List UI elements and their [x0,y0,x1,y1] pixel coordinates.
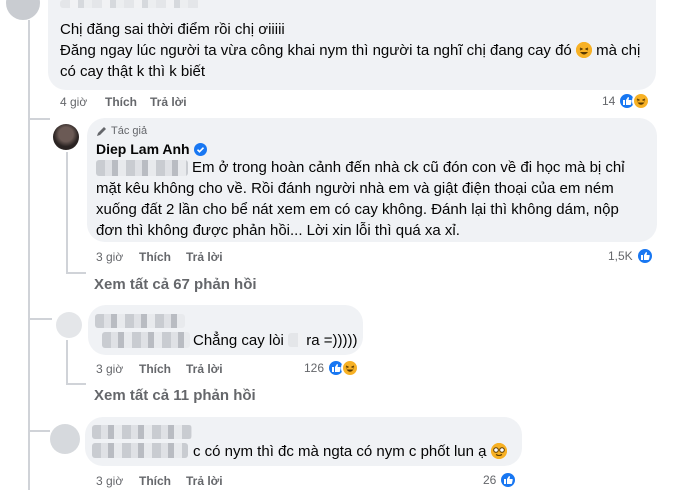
thread-line [66,340,68,384]
comment-line-text: Đăng ngay lúc người ta vừa công khai nym… [60,42,572,59]
comment-text: Chẳng cay lòi ra =))))) [193,330,357,351]
redacted-name [95,314,185,328]
timestamp[interactable]: 3 giờ [96,474,123,488]
like-icon [635,247,654,265]
thread-connector [28,318,52,320]
timestamp[interactable]: 4 giờ [60,95,87,109]
comment-text-part: Chẳng cay lòi [193,332,284,349]
thread-connector [28,430,50,432]
thread-connector [28,118,50,120]
comment-line: Đăng ngay lúc người ta vừa công khai nym… [60,40,650,61]
like-icon [499,471,518,489]
view-more-replies-link[interactable]: Xem tất cả 11 phản hồi [94,387,256,404]
thread-connector [66,272,86,274]
avatar[interactable] [6,0,40,20]
comment-line: có cay thật k thì k biết [60,63,206,80]
avatar[interactable] [56,312,82,338]
reaction-count: 1,5K [608,249,633,263]
comment-line-text: mà chị [596,42,641,59]
author-name-text[interactable]: Diep Lam Anh [96,141,190,157]
like-button[interactable]: Thích [139,362,171,376]
author-badge-label: Tác giả [111,125,148,137]
reaction-summary[interactable]: 14 [602,92,651,110]
like-button[interactable]: Thích [105,95,137,109]
reaction-summary[interactable]: 126 [304,359,360,377]
reply-line: mặt kêu không cho về. Rồi đánh người nhà… [96,180,614,197]
reply-button[interactable]: Trả lời [186,250,223,264]
redacted-tag [92,443,188,458]
reaction-summary[interactable]: 1,5K [608,247,654,265]
comment-text: Chị đăng sai thời điểm rồi chị ơiiiii Đă… [60,19,650,82]
haha-icon [632,92,651,110]
nerd-emoji-icon [490,443,507,459]
haha-icon [341,359,360,377]
reply-line: đơn thì không được phản hồi... Lời xin l… [96,222,460,239]
like-button[interactable]: Thích [139,474,171,488]
comment-text-part: c có nym thì đc mà ngta có nym c phốt lu… [193,443,487,460]
thread-connector [66,383,86,385]
reply-text: Em ở trong hoàn cảnh đến nhà ck cũ đón c… [96,157,656,241]
reaction-count: 14 [602,94,616,108]
thread-line [28,20,30,490]
comment-text-part: ra =))))) [306,332,358,349]
like-button[interactable]: Thích [139,250,171,264]
avatar[interactable] [50,424,80,454]
author-badge: Tác giả [96,125,147,137]
reply-line: Em ở trong hoàn cảnh đến nhà ck cũ đón c… [192,159,625,176]
reply-button[interactable]: Trả lời [186,362,223,376]
reaction-count: 126 [304,361,325,375]
pencil-icon [96,126,107,137]
reply-button[interactable]: Trả lời [150,95,187,109]
author-avatar[interactable] [53,124,79,150]
reaction-summary[interactable]: 26 [483,471,518,489]
redacted-tag [102,332,190,348]
reply-line: xuống đất 2 lần cho bể nát xem em có cay… [96,201,619,218]
author-name[interactable]: Diep Lam Anh [96,141,207,157]
reply-button[interactable]: Trả lời [186,474,223,488]
timestamp[interactable]: 3 giờ [96,362,123,376]
view-more-replies-link[interactable]: Xem tất cả 67 phản hồi [94,276,257,293]
timestamp[interactable]: 3 giờ [96,250,123,264]
redacted-name [92,425,192,439]
redacted-word [288,333,303,347]
comment-text: c có nym thì đc mà ngta có nym c phốt lu… [193,441,507,462]
verified-badge-icon [193,142,207,156]
comment-line: Chị đăng sai thời điểm rồi chị ơiiiii [60,21,285,38]
laughing-emoji-icon [575,42,592,58]
reaction-count: 26 [483,473,497,487]
redacted-name [60,0,200,8]
thread-line [66,152,68,274]
